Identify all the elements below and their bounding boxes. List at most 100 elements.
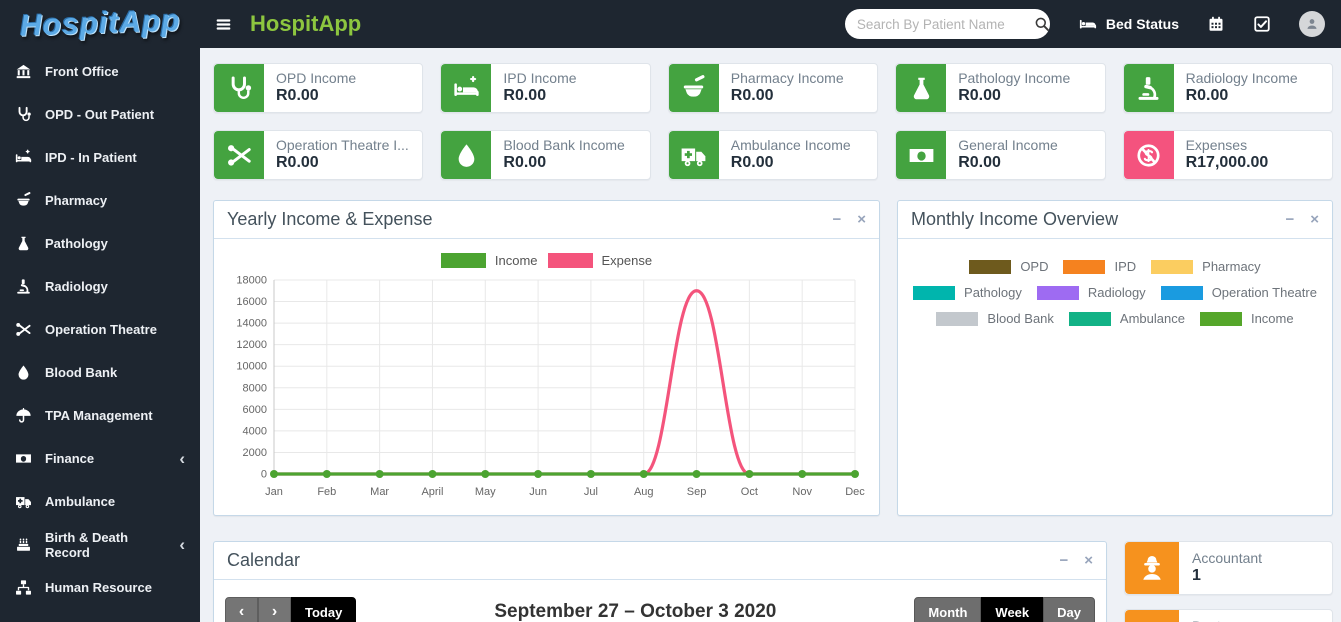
legend-item[interactable]: Pathology <box>913 285 1022 300</box>
sidebar-item-blood-bank[interactable]: Blood Bank <box>0 351 200 394</box>
microscope-icon <box>1124 64 1174 112</box>
search-input[interactable] <box>857 17 1034 32</box>
month-view-button[interactable]: Month <box>914 597 981 622</box>
close-icon[interactable]: × <box>1084 553 1093 568</box>
stat-title: Pharmacy Income <box>731 70 844 86</box>
hamburger-icon[interactable] <box>215 16 232 33</box>
yearly-income-expense-panel: Yearly Income & Expense − × Income Expen… <box>213 200 880 516</box>
minimize-icon[interactable]: − <box>1285 212 1294 227</box>
panel-header: Calendar − × <box>214 542 1106 580</box>
legend-item[interactable]: Income <box>1200 311 1294 326</box>
stat-title: Operation Theatre I... <box>276 137 409 153</box>
bed-status-button[interactable]: Bed Status <box>1078 15 1179 33</box>
ambulance-icon <box>669 131 719 179</box>
sidebar-item-front-office[interactable]: Front Office <box>0 50 200 93</box>
stat-value: R0.00 <box>276 87 356 105</box>
stat-card-pharmacy-income[interactable]: Pharmacy Income R0.00 <box>668 63 878 113</box>
stat-card-expenses[interactable]: Expenses R17,000.00 <box>1123 130 1333 180</box>
stethoscope-icon <box>15 106 32 123</box>
close-icon[interactable]: × <box>857 212 866 227</box>
sidebar-item-opd[interactable]: OPD - Out Patient <box>0 93 200 136</box>
charts-row: Yearly Income & Expense − × Income Expen… <box>213 200 1333 516</box>
panel-title: Calendar <box>227 550 300 571</box>
close-icon[interactable]: × <box>1310 212 1319 227</box>
sidebar-item-label: TPA Management <box>45 408 153 423</box>
legend-swatch <box>1161 286 1203 300</box>
sidebar-item-label: Pathology <box>45 236 108 251</box>
stat-card-ambulance-income[interactable]: Ambulance Income R0.00 <box>668 130 878 180</box>
sidebar-item-ipd[interactable]: IPD - In Patient <box>0 136 200 179</box>
sidebar-item-pathology[interactable]: Pathology <box>0 222 200 265</box>
today-button[interactable]: Today <box>291 597 356 622</box>
sidebar-item-finance[interactable]: Finance ‹ <box>0 437 200 480</box>
minimize-icon[interactable]: − <box>832 212 841 227</box>
user-avatar[interactable] <box>1299 11 1325 37</box>
stat-value: R0.00 <box>503 154 624 172</box>
sidebar-item-label: Pharmacy <box>45 193 107 208</box>
svg-text:Mar: Mar <box>370 486 389 498</box>
bed-icon <box>1078 15 1098 33</box>
legend-item-expense[interactable]: Expense <box>548 253 653 268</box>
yearly-chart: 0200040006000800010000120001400016000180… <box>224 270 869 509</box>
sidebar-item-human-resource[interactable]: Human Resource <box>0 566 200 609</box>
calendar-icon[interactable] <box>1207 15 1225 33</box>
legend-item[interactable]: Ambulance <box>1069 311 1185 326</box>
sidebar-item-tpa-management[interactable]: TPA Management <box>0 394 200 437</box>
money-icon <box>15 450 32 467</box>
stat-card-radiology-income[interactable]: Radiology Income R0.00 <box>1123 63 1333 113</box>
panel-header: Monthly Income Overview − × <box>898 201 1332 239</box>
stat-card-opd-income[interactable]: OPD Income R0.00 <box>213 63 423 113</box>
sidebar-item-radiology[interactable]: Radiology <box>0 265 200 308</box>
stat-card-operation-theatre-income[interactable]: Operation Theatre I... R0.00 <box>213 130 423 180</box>
app-title: HospitApp <box>250 11 361 37</box>
minimize-icon[interactable]: − <box>1059 553 1068 568</box>
legend-item[interactable]: IPD <box>1063 259 1136 274</box>
staff-title: Doctor <box>1192 618 1233 622</box>
week-view-button[interactable]: Week <box>981 597 1043 622</box>
doctor-card[interactable]: Doctor <box>1124 609 1333 622</box>
legend-swatch <box>1200 312 1242 326</box>
svg-text:4000: 4000 <box>243 425 267 437</box>
stat-card-blood-bank-income[interactable]: Blood Bank Income R0.00 <box>440 130 650 180</box>
tasks-icon[interactable] <box>1253 15 1271 33</box>
legend-label: Operation Theatre <box>1212 285 1317 300</box>
prev-button[interactable]: ‹ <box>225 597 258 622</box>
sidebar-item-label: Blood Bank <box>45 365 117 380</box>
search-icon[interactable] <box>1034 16 1050 32</box>
app-logo[interactable]: HospitApp <box>0 0 200 48</box>
staff-cards-column: Accountant 1 Doctor <box>1124 541 1333 622</box>
legend-item[interactable]: Pharmacy <box>1151 259 1261 274</box>
stat-value: R0.00 <box>731 154 851 172</box>
stat-title: IPD Income <box>503 70 576 86</box>
microscope-icon <box>15 278 32 295</box>
svg-text:May: May <box>475 486 496 498</box>
ambulance-icon <box>15 493 32 510</box>
stat-title: OPD Income <box>276 70 356 86</box>
sidebar-item-operation-theatre[interactable]: Operation Theatre <box>0 308 200 351</box>
legend-item[interactable]: Blood Bank <box>936 311 1054 326</box>
next-button[interactable]: › <box>258 597 291 622</box>
chevron-left-icon: ‹ <box>239 603 244 621</box>
legend-label: Pharmacy <box>1202 259 1261 274</box>
sidebar-item-birth-death-record[interactable]: Birth & Death Record ‹ <box>0 523 200 566</box>
stat-card-general-income[interactable]: General Income R0.00 <box>895 130 1105 180</box>
day-view-button[interactable]: Day <box>1043 597 1095 622</box>
user-secret-icon <box>1125 542 1179 594</box>
legend-item[interactable]: OPD <box>969 259 1048 274</box>
stat-title: Expenses <box>1186 137 1269 153</box>
sidebar-item-ambulance[interactable]: Ambulance <box>0 480 200 523</box>
legend-item-income[interactable]: Income <box>441 253 538 268</box>
chevron-left-icon: ‹ <box>179 450 185 467</box>
accountant-card[interactable]: Accountant 1 <box>1124 541 1333 595</box>
legend-item[interactable]: Radiology <box>1037 285 1146 300</box>
stat-card-ipd-income[interactable]: IPD Income R0.00 <box>440 63 650 113</box>
svg-text:Jan: Jan <box>265 486 283 498</box>
calendar-date-range: September 27 – October 3 2020 <box>356 601 914 622</box>
sidebar-item-pharmacy[interactable]: Pharmacy <box>0 179 200 222</box>
stat-title: Pathology Income <box>958 70 1070 86</box>
legend-item[interactable]: Operation Theatre <box>1161 285 1317 300</box>
scissors-icon <box>15 321 32 338</box>
legend-swatch <box>936 312 978 326</box>
svg-text:12000: 12000 <box>236 339 267 351</box>
stat-card-pathology-income[interactable]: Pathology Income R0.00 <box>895 63 1105 113</box>
